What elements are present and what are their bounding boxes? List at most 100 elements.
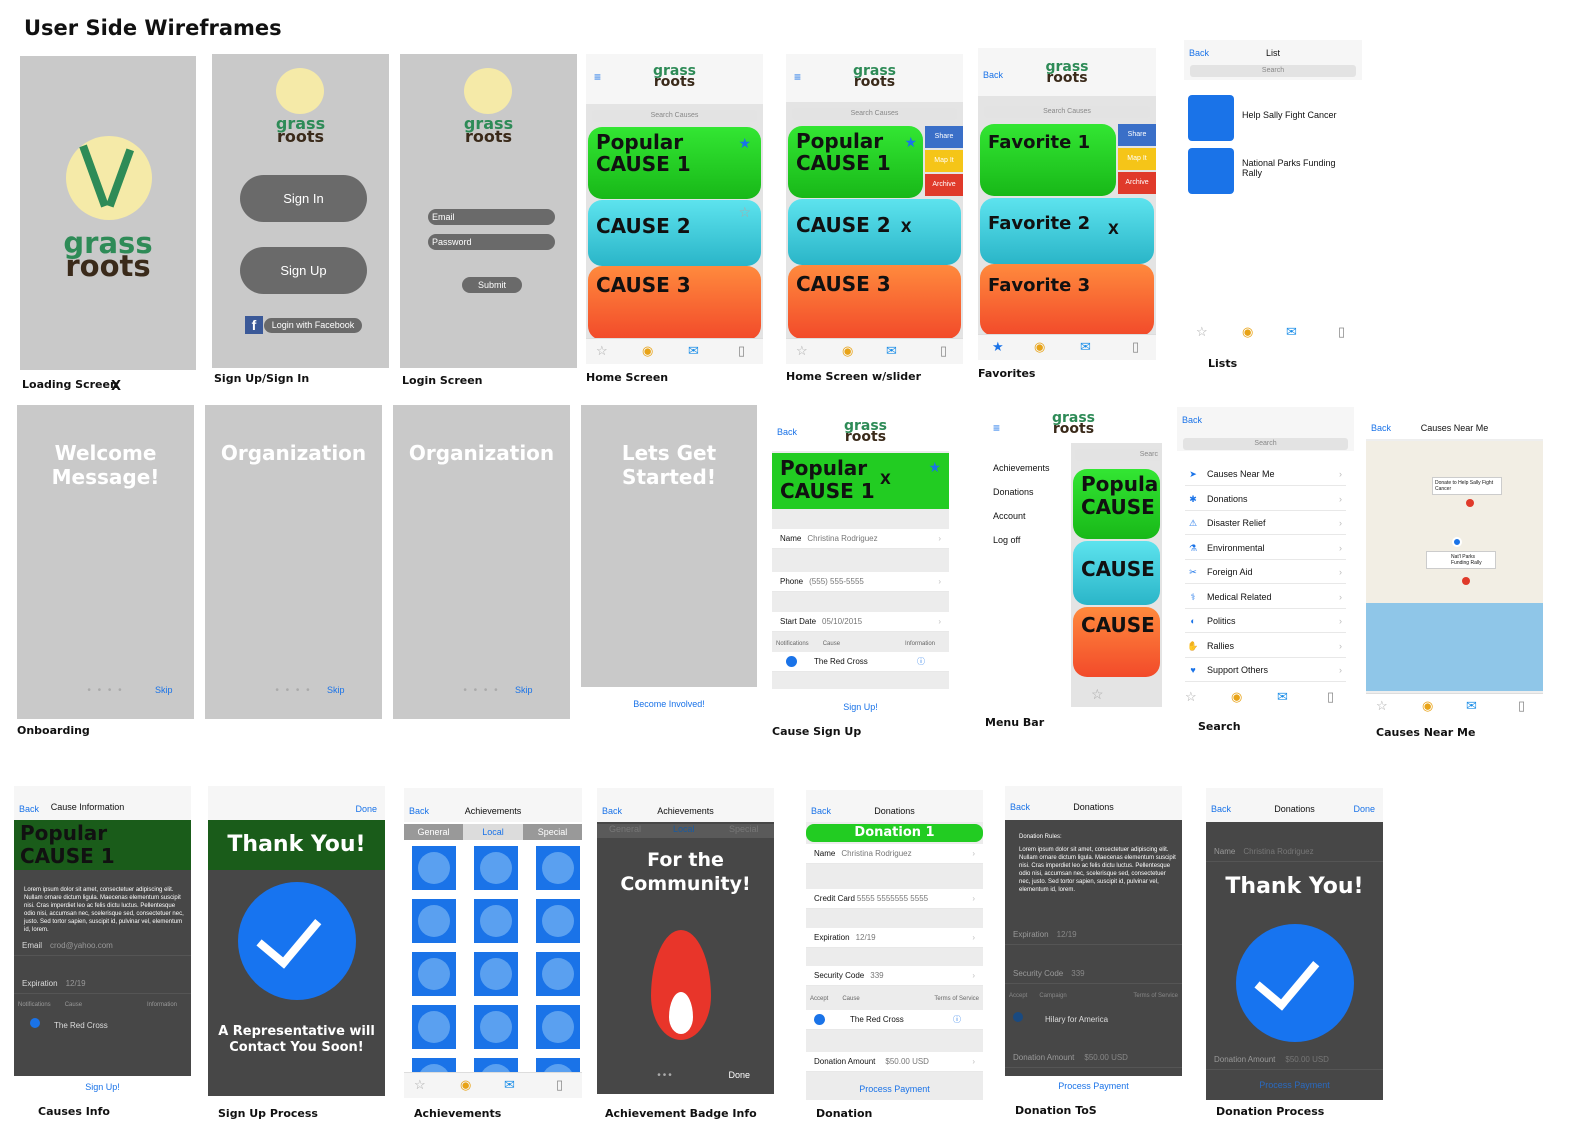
search-input[interactable]: Searc [1075,449,1162,461]
facebook-icon[interactable]: f [245,316,263,334]
menu-item-account[interactable]: Account [993,511,1026,521]
skip-button[interactable]: Skip [515,685,533,695]
info-icon[interactable]: ⓘ [953,1010,961,1030]
close-icon[interactable]: X [1108,220,1119,240]
name-row[interactable]: Name Christina Rodriguez › [772,529,949,549]
sign-up-link[interactable]: Sign Up! [14,1082,191,1092]
map-it-action[interactable]: Map It [925,150,963,172]
email-row[interactable]: Email crod@yahoo.com [14,936,191,956]
info-icon[interactable]: ⓘ [917,652,925,672]
skip-button[interactable]: Skip [327,685,345,695]
archive-action[interactable]: Archive [1118,172,1156,194]
badge-icon[interactable]: ◉ [1422,699,1433,713]
share-action[interactable]: Share [1118,124,1156,146]
become-involved-link[interactable]: Become Involved! [581,699,757,709]
badge-icon[interactable]: ◉ [642,344,653,358]
category-item[interactable]: ✂ Foreign Aid › [1185,560,1346,584]
star-icon[interactable]: ☆ [596,344,608,358]
map-pin-1[interactable]: Donate to Help Sally Fight Cancer [1432,477,1502,495]
donation-amount-row[interactable]: Donation Amount $50.00 USD [1206,1050,1383,1070]
achievement-badge-icon[interactable] [412,899,456,943]
list-item[interactable]: National Parks Funding Rally [1242,158,1352,178]
list-icon[interactable]: ▯ [1327,690,1334,704]
mail-icon[interactable]: ✉ [886,344,897,358]
skip-button[interactable]: Skip [155,685,173,695]
list-icon[interactable]: ▯ [1518,699,1525,713]
share-action[interactable]: Share [925,126,963,148]
sign-up-link[interactable]: Sign Up! [772,702,949,712]
category-item[interactable]: ⚗ Environmental › [1185,536,1346,560]
security-code-row[interactable]: Security Code 339 › [806,966,983,986]
check-icon[interactable] [786,656,797,667]
cause-3-card[interactable]: CAUSE 3 [788,265,961,339]
achievement-badge-icon[interactable] [412,952,456,996]
close-icon[interactable]: X [880,469,891,492]
security-code-row[interactable]: Security Code 339 [1005,964,1182,984]
achievement-badge-icon[interactable] [412,846,456,890]
favorite-2-card[interactable]: Favorite 2 X [980,198,1154,264]
category-item[interactable]: ⚠ Disaster Relief › [1185,511,1346,535]
list-item[interactable]: Help Sally Fight Cancer [1242,110,1352,120]
red-cross-row[interactable]: The Red Cross [30,1018,108,1030]
badge-icon[interactable]: ◉ [1231,690,1242,704]
achievement-badge-icon[interactable] [474,846,518,890]
list-icon[interactable]: ▯ [1132,340,1139,354]
achievement-badge-icon[interactable] [536,952,580,996]
search-input[interactable]: Search [1183,438,1348,450]
red-cross-row[interactable]: The Red Cross ⓘ [806,1010,983,1030]
done-button[interactable]: Done [1353,804,1375,814]
submit-button[interactable]: Submit [462,277,522,293]
sign-in-button[interactable]: Sign In [240,175,367,222]
start-date-row[interactable]: Start Date 05/10/2015 › [772,612,949,632]
map-pin-marker[interactable] [1462,577,1470,585]
achievement-badge-icon[interactable] [536,846,580,890]
map-pin-2[interactable]: Nat'l Parks Funding Rally [1426,551,1496,569]
back-button[interactable]: Back [1182,415,1202,425]
menu-item-achievements[interactable]: Achievements [993,463,1050,473]
achievement-badge-icon[interactable] [536,1005,580,1049]
red-cross-row[interactable]: The Red Cross ⓘ [772,652,949,672]
star-icon[interactable]: ★ [904,132,917,154]
menu-item-donations[interactable]: Donations [993,487,1034,497]
category-item[interactable]: ◐ Politics › [1185,609,1346,633]
category-item[interactable]: ♥ Support Others › [1185,658,1346,682]
favorite-1-card[interactable]: Favorite 1 [980,124,1116,196]
achievement-badge-icon[interactable] [536,899,580,943]
facebook-login-button[interactable]: Login with Facebook [264,318,362,333]
star-icon[interactable]: ☆ [796,344,808,358]
check-icon[interactable] [30,1018,40,1028]
map-it-action[interactable]: Map It [1118,148,1156,170]
popular-card[interactable]: Popula CAUSE [1073,469,1160,539]
process-payment-link[interactable]: Process Payment [1005,1081,1182,1091]
tab-general[interactable]: General [404,824,463,840]
search-causes-input[interactable]: Search Causes [984,106,1150,118]
star-icon[interactable]: ☆ [738,200,751,226]
donation-amount-row[interactable]: Donation Amount $50.00 USD [1005,1048,1182,1068]
password-field[interactable]: Password [428,234,555,250]
star-icon[interactable]: ★ [992,340,1004,354]
phone-row[interactable]: Phone (555) 555-5555 › [772,572,949,592]
achievement-badge-icon[interactable] [474,952,518,996]
achievement-badge-icon[interactable] [474,1005,518,1049]
credit-card-row[interactable]: Credit Card 5555 5555555 5555 › [806,889,983,909]
tab-local[interactable]: Local [463,824,523,840]
done-button[interactable]: Done [728,1070,750,1080]
check-icon[interactable] [1013,1012,1023,1022]
search-input[interactable]: Search [1190,65,1356,77]
cause-3-card[interactable]: CAUSE 3 [588,266,761,340]
map-view[interactable]: Donate to Help Sally Fight Cancer Nat'l … [1366,441,1543,691]
mail-icon[interactable]: ✉ [1466,699,1477,713]
star-icon[interactable]: ★ [738,133,751,155]
star-icon[interactable]: ☆ [1091,686,1104,703]
star-icon[interactable]: ☆ [1376,699,1388,713]
mail-icon[interactable]: ✉ [504,1078,515,1092]
expiration-row[interactable]: Expiration 12/19 [1005,925,1182,945]
mail-icon[interactable]: ✉ [1080,340,1091,354]
process-payment-link[interactable]: Process Payment [1206,1080,1383,1090]
category-item[interactable]: ⚕ Medical Related › [1185,585,1346,609]
done-button[interactable]: Done [355,804,377,814]
star-icon[interactable]: ☆ [414,1078,426,1092]
cause-card[interactable]: CAUSE [1073,607,1160,677]
campaign-row[interactable]: Hilary for America [1013,1012,1108,1024]
mail-icon[interactable]: ✉ [1277,690,1288,704]
